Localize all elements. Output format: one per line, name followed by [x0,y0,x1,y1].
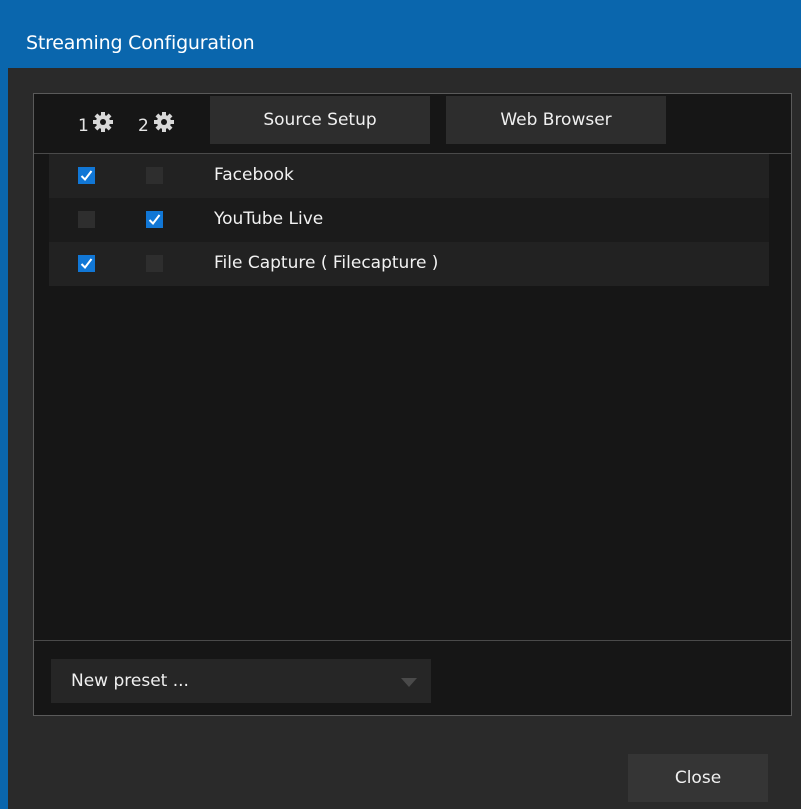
output-1-label: 1 [78,116,89,136]
output-1-checkbox[interactable] [78,167,95,184]
output-1-checkbox[interactable] [78,255,95,272]
gear-icon[interactable] [92,111,114,133]
close-button[interactable]: Close [628,754,768,802]
destination-label: Facebook [214,165,294,185]
source-setup-button[interactable]: Source Setup [210,96,430,144]
list-item[interactable]: Facebook [49,154,769,198]
title-bar[interactable]: Streaming Configuration [0,0,801,68]
divider [34,640,791,641]
dialog-title: Streaming Configuration [26,32,255,54]
preset-value: New preset ... [71,671,189,691]
dialog-body: 1 2 Source Setup Web Browser Facebook Yo… [8,68,801,809]
destinations-panel: 1 2 Source Setup Web Browser Facebook Yo… [33,93,792,716]
output-2-checkbox[interactable] [146,211,163,228]
output-1-checkbox[interactable] [78,211,95,228]
web-browser-button[interactable]: Web Browser [446,96,666,144]
list-item[interactable]: YouTube Live [49,198,769,242]
preset-dropdown[interactable]: New preset ... [51,659,431,703]
output-2-checkbox[interactable] [146,167,163,184]
output-2-label: 2 [138,116,149,136]
destination-label: File Capture ( Filecapture ) [214,253,439,273]
list-item[interactable]: File Capture ( Filecapture ) [49,242,769,286]
panel-toolbar: 1 2 Source Setup Web Browser [34,94,791,154]
gear-icon[interactable] [153,111,175,133]
output-2-checkbox[interactable] [146,255,163,272]
chevron-down-icon [401,678,417,687]
destination-list: Facebook YouTube Live File Capture ( Fil… [49,154,769,286]
streaming-config-dialog: Streaming Configuration 1 2 Source Setup… [0,0,801,809]
destination-label: YouTube Live [214,209,324,229]
